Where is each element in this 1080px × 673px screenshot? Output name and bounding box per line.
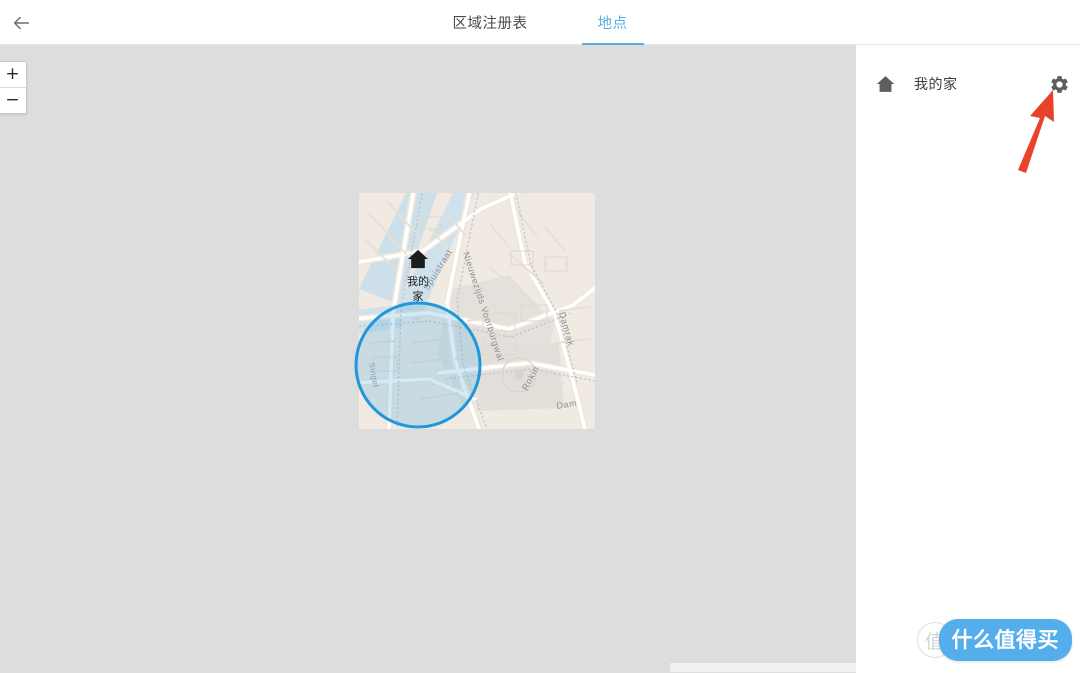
home-icon — [408, 249, 428, 269]
tab-places-label: 地点 — [597, 16, 628, 32]
tab-bar: 区域注册表 地点 — [0, 0, 1080, 45]
watermark-brand-text: 什么值得买 — [951, 629, 1059, 652]
gear-icon[interactable] — [1038, 74, 1080, 95]
map-tile-image: Spuistraat Nieuwezijds Voorburgwal Damra… — [359, 193, 595, 429]
map-home-marker[interactable]: 我的家 — [396, 249, 440, 305]
home-icon — [866, 75, 904, 93]
map-canvas[interactable]: + − Spuistraat Nieuwezijds Voorburgwal D… — [0, 45, 856, 673]
app-header: 区域注册表 地点 — [0, 0, 1080, 45]
map-zoom-controls: + − — [0, 61, 27, 114]
watermark-brand: 什么值得买 — [938, 619, 1072, 661]
zoom-in-label: + — [5, 64, 20, 84]
places-side-panel: 我的家 — [856, 45, 1080, 673]
zoom-out-label: − — [5, 90, 20, 110]
zoom-in-button[interactable]: + — [0, 62, 26, 88]
place-name-label: 我的家 — [914, 76, 958, 92]
watermark: 值 什么值得买 — [916, 619, 1072, 661]
place-list-item-home[interactable]: 我的家 — [856, 61, 1080, 107]
map-home-marker-label: 我的家 — [407, 276, 429, 303]
tab-zone-registry[interactable]: 区域注册表 — [437, 0, 544, 45]
map-graphic: Spuistraat Nieuwezijds Voorburgwal Damra… — [359, 193, 595, 429]
app-root: 区域注册表 地点 + − Spuistraat Nieuwezijds Voor… — [0, 0, 1080, 673]
tab-zone-registry-label: 区域注册表 — [452, 16, 528, 32]
horizontal-scrollbar-track[interactable] — [0, 662, 856, 673]
tab-places[interactable]: 地点 — [581, 0, 644, 45]
zoom-out-button[interactable]: − — [0, 88, 26, 113]
horizontal-scrollbar-thumb[interactable] — [670, 663, 856, 672]
